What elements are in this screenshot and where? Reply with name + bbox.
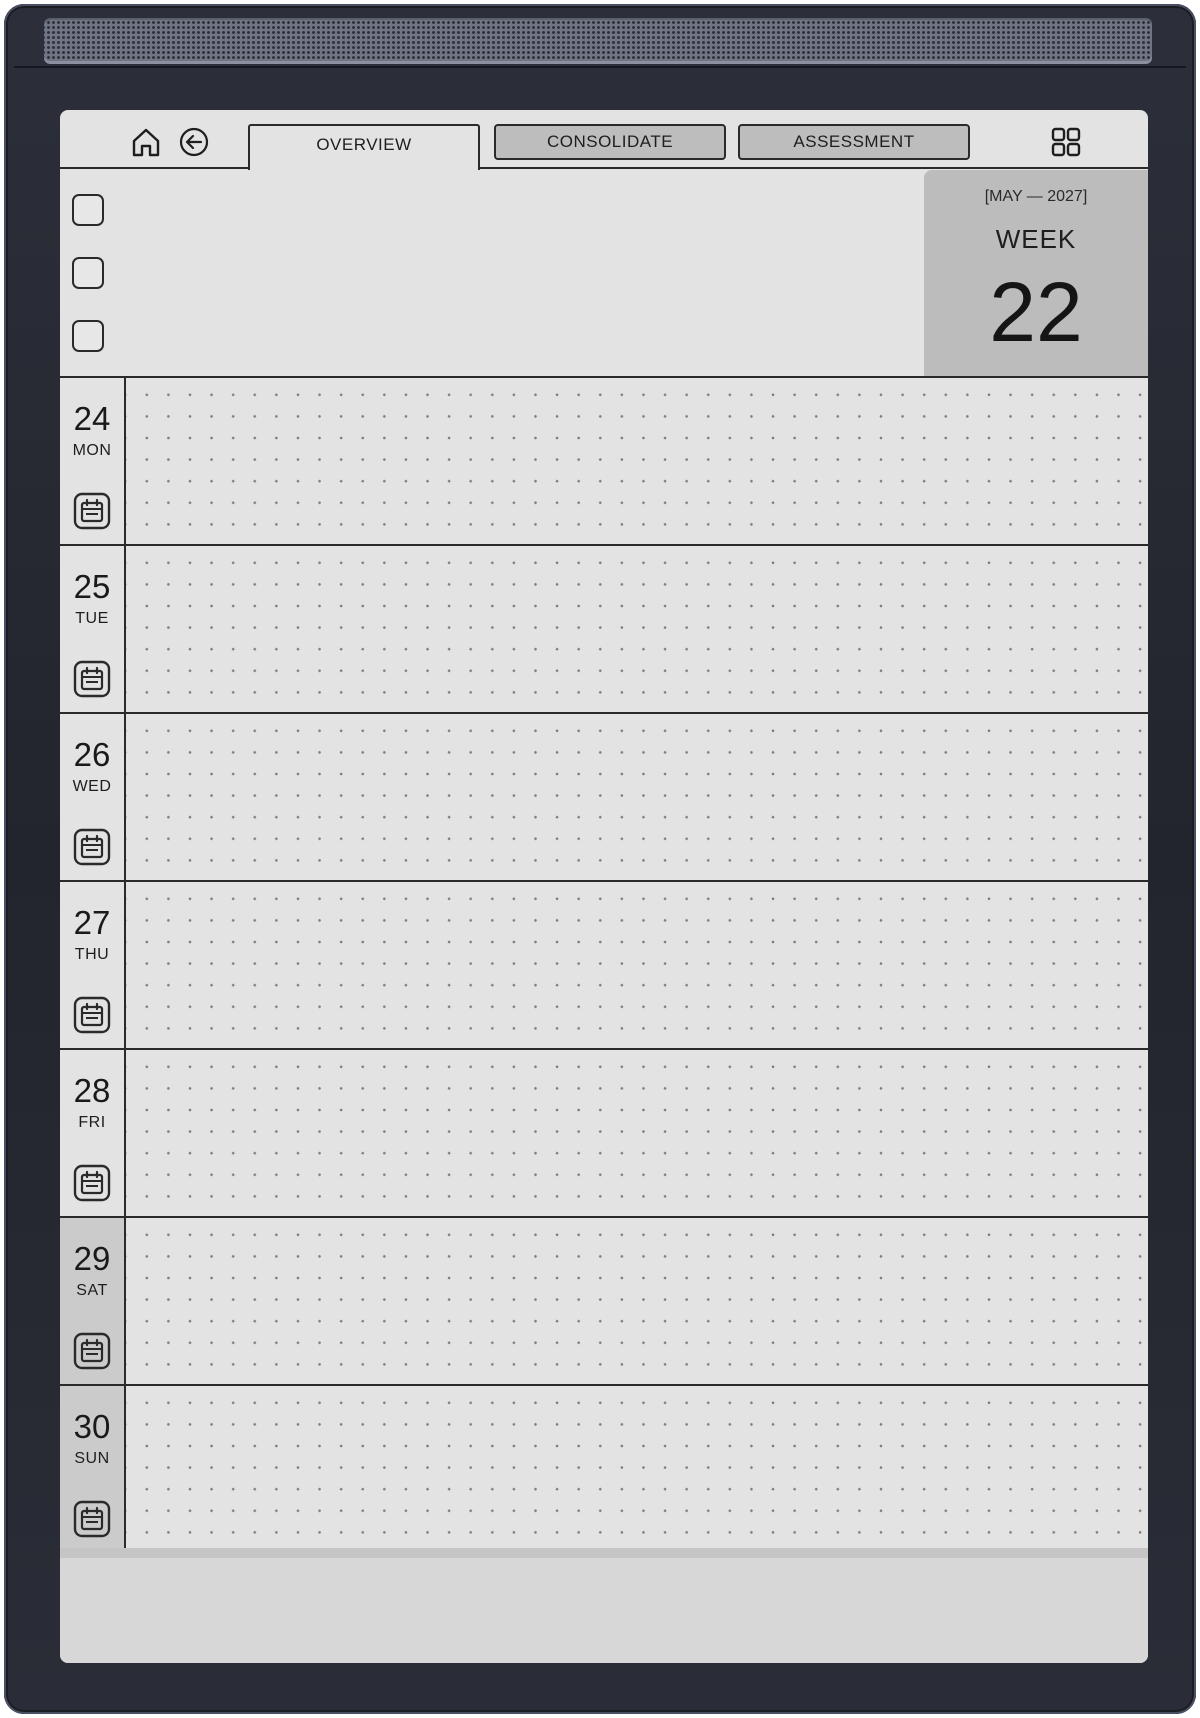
day-row: 24 MON	[60, 378, 1148, 546]
home-icon[interactable]	[128, 124, 164, 160]
priority-checkbox-3[interactable]	[72, 320, 104, 352]
dot-grid-notes[interactable]	[126, 714, 1148, 880]
calendar-icon[interactable]	[73, 492, 111, 530]
tab-assessment-label: ASSESSMENT	[793, 132, 915, 151]
day-row: 28 FRI	[60, 1050, 1148, 1218]
day-number: 27	[73, 904, 111, 941]
tab-assessment[interactable]: ASSESSMENT	[738, 124, 970, 160]
dot-grid-notes[interactable]	[126, 1218, 1148, 1384]
calendar-icon[interactable]	[73, 828, 111, 866]
day-row: 25 TUE	[60, 546, 1148, 714]
day-name: FRI	[78, 1114, 106, 1131]
dot-grid-notes[interactable]	[126, 1050, 1148, 1216]
day-name: WED	[72, 778, 112, 795]
calendar-icon[interactable]	[73, 1164, 111, 1202]
footer-area	[60, 1558, 1148, 1663]
day-name: SUN	[74, 1450, 110, 1467]
tab-consolidate[interactable]: CONSOLIDATE	[494, 124, 726, 160]
day-name: THU	[74, 946, 110, 963]
priority-checkbox-1[interactable]	[72, 194, 104, 226]
dot-grid-notes[interactable]	[126, 1386, 1148, 1552]
day-number: 29	[73, 1240, 111, 1277]
day-number: 28	[73, 1072, 111, 1109]
day-label-column: 27 THU	[60, 882, 124, 1048]
day-row: 26 WED	[60, 714, 1148, 882]
top-nav: OVERVIEW CONSOLIDATE ASSESSMENT	[60, 110, 1148, 170]
day-name: TUE	[75, 610, 109, 627]
grid-icon[interactable]	[1048, 124, 1084, 160]
nav-divider	[60, 167, 1148, 169]
bezel-edge	[14, 66, 1186, 68]
day-label-column: 28 FRI	[60, 1050, 124, 1216]
day-row: 30 SUN	[60, 1386, 1148, 1554]
week-card: [MAY — 2027] WEEK 22	[924, 170, 1148, 376]
arrow-left-circle-icon[interactable]	[176, 124, 212, 160]
tab-consolidate-label: CONSOLIDATE	[546, 132, 674, 151]
day-number: 25	[73, 568, 111, 605]
dot-grid-notes[interactable]	[126, 546, 1148, 712]
day-number: 26	[73, 736, 111, 773]
day-name: MON	[72, 442, 112, 459]
day-label-column: 30 SUN	[60, 1386, 124, 1552]
day-label-column: 24 MON	[60, 378, 124, 544]
calendar-icon[interactable]	[73, 1332, 111, 1370]
speaker-grille	[44, 18, 1152, 64]
week-range: [MAY — 2027]	[984, 188, 1088, 205]
tab-overview[interactable]: OVERVIEW	[248, 124, 480, 170]
day-number: 30	[73, 1408, 111, 1445]
bottom-strip	[60, 1548, 1148, 1558]
planner-screen: OVERVIEW CONSOLIDATE ASSESSMENT [MAY — 2…	[60, 110, 1148, 1663]
day-label-column: 25 TUE	[60, 546, 124, 712]
tab-overview-label: OVERVIEW	[316, 135, 412, 154]
dot-grid-notes[interactable]	[126, 882, 1148, 1048]
dot-grid-notes[interactable]	[126, 378, 1148, 544]
day-row: 29 SAT	[60, 1218, 1148, 1386]
calendar-icon[interactable]	[73, 660, 111, 698]
day-label-column: 29 SAT	[60, 1218, 124, 1384]
week-number: 22	[989, 265, 1083, 359]
day-row: 27 THU	[60, 882, 1148, 1050]
calendar-icon[interactable]	[73, 1500, 111, 1538]
day-label-column: 26 WED	[60, 714, 124, 880]
priority-checkbox-2[interactable]	[72, 257, 104, 289]
tablet-device: OVERVIEW CONSOLIDATE ASSESSMENT [MAY — 2…	[4, 4, 1196, 1714]
week-label: WEEK	[995, 224, 1077, 254]
day-name: SAT	[76, 1282, 108, 1299]
day-number: 24	[73, 400, 111, 437]
calendar-icon[interactable]	[73, 996, 111, 1034]
